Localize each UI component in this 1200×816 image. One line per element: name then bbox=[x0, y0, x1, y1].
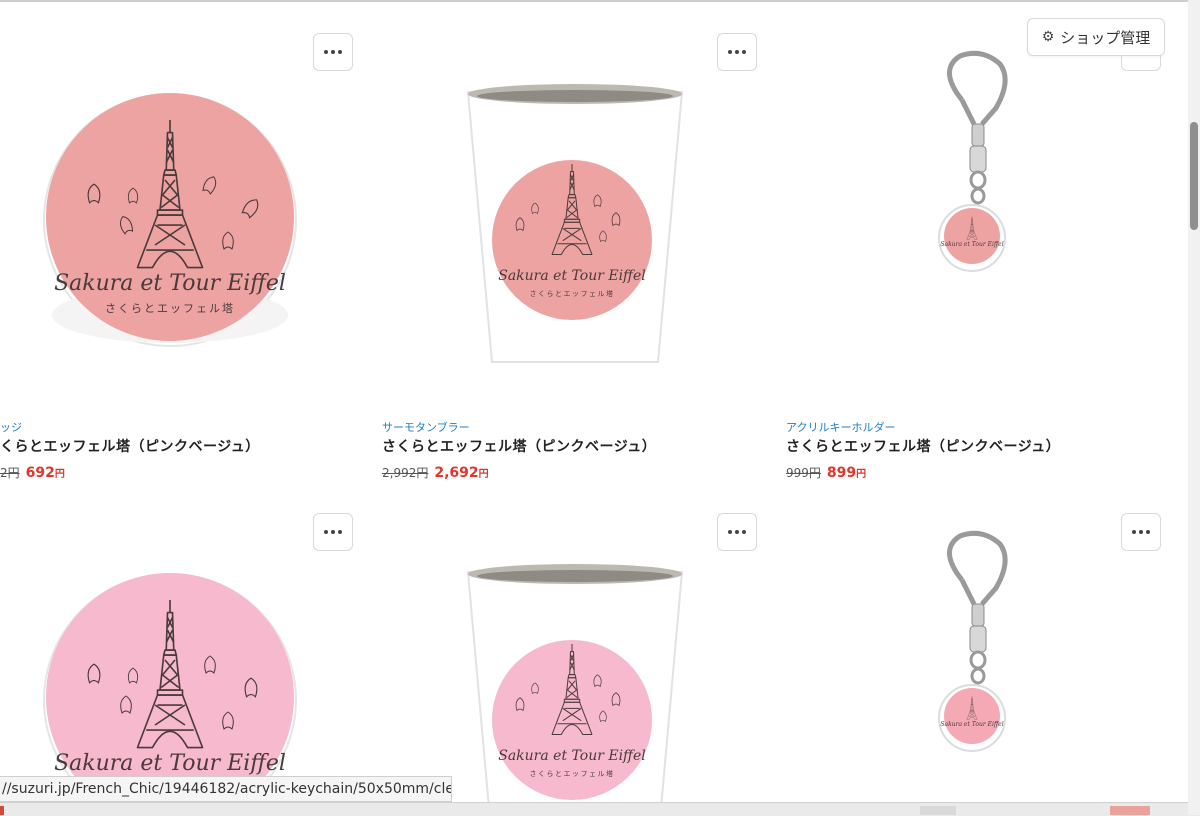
product-image-keychain[interactable]: Sakura et Tour Eiffel bbox=[930, 50, 1020, 280]
taskbar-item[interactable] bbox=[1110, 806, 1150, 815]
dot bbox=[728, 50, 732, 54]
dot bbox=[1139, 530, 1143, 534]
more-options-button[interactable] bbox=[1121, 513, 1161, 551]
dot bbox=[338, 530, 342, 534]
sale-price: 692 bbox=[25, 465, 55, 481]
price-row: 2円 692円 bbox=[0, 464, 65, 481]
more-options-button[interactable] bbox=[313, 33, 353, 71]
sale-price: 2,692 bbox=[434, 465, 479, 481]
artwork-script-text: Sakura et Tour Eiffel bbox=[54, 271, 286, 296]
product-image-keychain[interactable]: Sakura et Tour Eiffel bbox=[930, 530, 1020, 760]
artwork-jp-text: さくらとエッフェル塔 bbox=[530, 769, 615, 778]
dot bbox=[338, 50, 342, 54]
dot bbox=[728, 530, 732, 534]
dot bbox=[331, 530, 335, 534]
shop-manage-button[interactable]: ⚙ ショップ管理 bbox=[1027, 18, 1165, 56]
dot bbox=[742, 50, 746, 54]
status-bar-url: //suzuri.jp/French_Chic/19446182/acrylic… bbox=[0, 776, 452, 802]
scrollbar[interactable] bbox=[1188, 0, 1200, 815]
artwork-script-text: Sakura et Tour Eiffel bbox=[498, 748, 646, 764]
yen-unit: 円 bbox=[54, 469, 65, 480]
product-image-badge[interactable]: Sakura et Tour Eiffel さくらとエッフェル塔 bbox=[30, 85, 310, 355]
product-image-badge[interactable]: Sakura et Tour Eiffel bbox=[30, 565, 310, 780]
artwork-jp-text: さくらとエッフェル塔 bbox=[105, 302, 235, 315]
more-options-button[interactable] bbox=[717, 33, 757, 71]
more-options-button[interactable] bbox=[717, 513, 757, 551]
original-price: 2,992円 bbox=[382, 466, 429, 480]
gear-icon: ⚙ bbox=[1041, 29, 1055, 45]
yen-unit: 円 bbox=[856, 469, 867, 480]
price-row: 999円 899円 bbox=[786, 464, 866, 481]
taskbar-item[interactable] bbox=[0, 806, 4, 815]
product-category[interactable]: アクリルキーホルダー bbox=[786, 419, 895, 435]
sale-price: 899 bbox=[826, 465, 857, 481]
dot bbox=[324, 530, 328, 534]
shop-manage-label: ショップ管理 bbox=[1060, 28, 1151, 47]
product-title[interactable]: さくらとエッフェル塔（ピンクベージュ） bbox=[382, 436, 656, 456]
product-category[interactable]: サーモタンブラー bbox=[382, 419, 470, 435]
original-price: 2円 bbox=[0, 466, 20, 480]
original-price: 999円 bbox=[786, 466, 821, 480]
product-image-tumbler[interactable]: Sakura et Tour Eiffel さくらとエッフェル塔 bbox=[460, 82, 690, 372]
taskbar-strip bbox=[0, 802, 1200, 816]
dot bbox=[735, 530, 739, 534]
yen-unit: 円 bbox=[478, 469, 489, 480]
more-options-button[interactable] bbox=[313, 513, 353, 551]
dot bbox=[1146, 530, 1150, 534]
artwork-script-text: Sakura et Tour Eiffel bbox=[940, 721, 1003, 728]
product-image-tumbler[interactable]: Sakura et Tour Eiffel さくらとエッフェル塔 bbox=[460, 562, 690, 802]
artwork-script-text: Sakura et Tour Eiffel bbox=[54, 751, 286, 776]
dot bbox=[324, 50, 328, 54]
price-row: 2,992円 2,692円 bbox=[382, 464, 489, 481]
scrollbar-thumb[interactable] bbox=[1190, 122, 1198, 230]
top-border bbox=[0, 0, 1200, 2]
artwork-jp-text: さくらとエッフェル塔 bbox=[530, 289, 615, 298]
dot bbox=[331, 50, 335, 54]
artwork-script-text: Sakura et Tour Eiffel bbox=[498, 268, 646, 284]
dot bbox=[735, 50, 739, 54]
taskbar-item[interactable] bbox=[920, 806, 956, 815]
dot bbox=[1132, 530, 1136, 534]
product-title[interactable]: さくらとエッフェル塔（ピンクベージュ） bbox=[786, 436, 1060, 456]
artwork-script-text: Sakura et Tour Eiffel bbox=[940, 241, 1003, 248]
dot bbox=[742, 530, 746, 534]
product-title[interactable]: くらとエッフェル塔（ピンクベージュ） bbox=[0, 436, 260, 456]
product-category[interactable]: ッジ bbox=[0, 419, 22, 435]
